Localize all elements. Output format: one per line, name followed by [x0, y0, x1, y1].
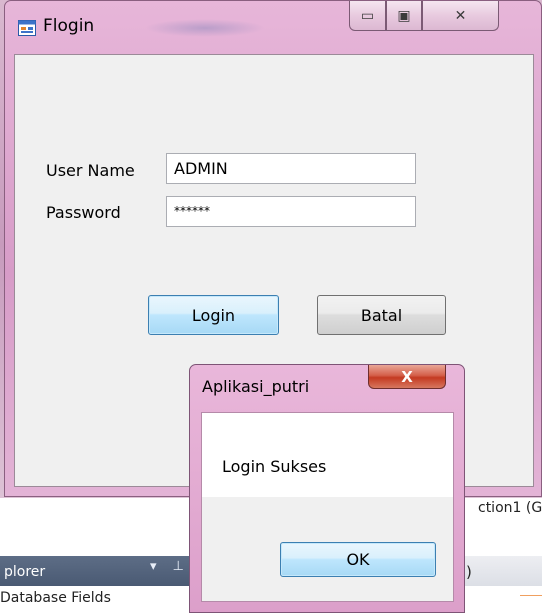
- explorer-title: plorer: [4, 564, 46, 580]
- dialog-message: Login Sukses: [222, 457, 327, 476]
- login-button[interactable]: Login: [148, 295, 279, 335]
- close-button[interactable]: ✕: [422, 1, 499, 31]
- ok-button[interactable]: OK: [280, 542, 436, 577]
- password-field[interactable]: ******: [166, 196, 416, 227]
- minimize-button[interactable]: ▭: [349, 1, 386, 31]
- password-label: Password: [46, 203, 121, 222]
- divider: [520, 595, 542, 596]
- maximize-icon: ▣: [397, 7, 411, 24]
- maximize-button[interactable]: ▣: [386, 1, 422, 31]
- database-fields-node[interactable]: Database Fields: [0, 590, 111, 606]
- message-dialog: Aplikasi_putri X Login Sukses OK: [189, 364, 465, 613]
- minimize-icon: ▭: [360, 7, 375, 24]
- caption-buttons: ▭ ▣ ✕: [349, 1, 542, 35]
- ide-right-tab[interactable]: [464, 556, 542, 586]
- ide-right-tab-label: ): [466, 563, 472, 581]
- window-title: Flogin: [43, 16, 95, 36]
- dialog-close-button[interactable]: X: [368, 365, 446, 389]
- title-bar-glow: [145, 19, 265, 37]
- close-icon: ✕: [454, 7, 467, 24]
- ide-tab-fragment: ction1 (G: [478, 500, 542, 516]
- cancel-button[interactable]: Batal: [317, 295, 446, 335]
- dialog-body: Login Sukses OK: [201, 412, 454, 602]
- form-icon: [18, 20, 36, 36]
- username-label: User Name: [46, 161, 135, 180]
- close-icon: X: [401, 367, 413, 386]
- explorer-pin-icons[interactable]: ▾ ⊥: [150, 559, 190, 574]
- username-field[interactable]: ADMIN: [166, 153, 416, 184]
- dialog-title: Aplikasi_putri: [202, 377, 310, 396]
- dialog-footer: OK: [202, 497, 453, 601]
